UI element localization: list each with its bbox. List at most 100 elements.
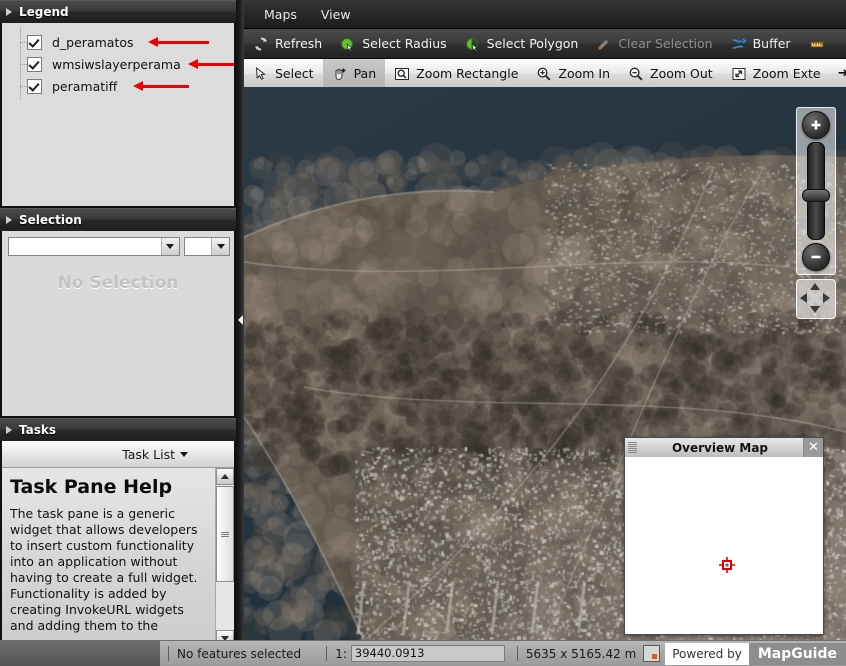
task-list-bar: Task List [2,441,234,468]
scrollbar-thumb[interactable] [216,486,234,582]
legend-layer-checkbox[interactable] [27,56,42,72]
zoom-extents-button[interactable]: Zoom Exte [722,59,830,88]
selection-panel-header[interactable]: Selection [0,208,236,231]
zoom-in-button[interactable]: Zoom In [527,59,619,88]
zoom-out-button[interactable]: Zoom Out [619,59,722,88]
zoom-rectangle-label: Zoom Rectangle [416,66,519,81]
zoom-rectangle-button[interactable]: Zoom Rectangle [385,59,527,88]
map-area-column: Maps View Refresh Select Radius Select P… [244,0,846,641]
minus-icon [811,255,821,259]
tasks-panel-header[interactable]: Tasks [0,418,236,441]
buffer-label: Buffer [752,36,791,51]
legend-layer-label: wmsiwslayerperama [52,56,181,72]
clear-selection-label: Clear Selection [618,36,713,51]
pan-hand-icon [335,68,346,80]
task-pane-scrollbar[interactable] [215,468,234,647]
select-radius-label: Select Radius [362,36,447,51]
chevron-down-icon[interactable] [211,238,229,255]
map-navigation-control [796,107,836,319]
overview-map-title: Overview Map [671,440,769,455]
primary-toolbar: Refresh Select Radius Select Polygon Cle… [244,29,846,59]
menu-bar: Maps View [244,0,846,29]
task-list-button[interactable]: Task List [122,447,188,462]
close-icon[interactable]: ✕ [803,438,823,457]
status-left-spacer [0,641,160,666]
buffer-button[interactable]: Buffer [722,29,800,58]
left-panel-column: Legend d_peramatos wmsiwslayerperama per… [0,0,236,647]
collapse-panel-button[interactable] [237,311,244,329]
chevron-left-icon [238,315,243,325]
overview-map-window[interactable]: Overview Map ✕ [624,437,824,635]
select-button[interactable]: Select [244,59,323,88]
mapguide-logo-icon [643,645,661,662]
zoom-out-label: Zoom Out [650,66,713,81]
select-polygon-label: Select Polygon [486,36,579,51]
task-list-label: Task List [122,446,175,462]
plus-icon [811,120,821,130]
clear-selection-button[interactable]: Clear Selection [587,29,721,58]
legend-panel-header[interactable]: Legend [0,0,236,23]
pan-button[interactable]: Pan [322,59,386,88]
select-radius-button[interactable]: Select Radius [331,29,455,58]
zoom-slider-thumb[interactable] [802,189,830,202]
expand-triangle-icon [6,7,12,16]
overview-map-titlebar[interactable]: Overview Map ✕ [625,438,823,458]
toolbar-overflow-arrow-icon[interactable]: ➜ [840,36,846,51]
selection-dropdown-row [2,231,234,256]
status-divider [516,646,518,661]
pan-direction-pad[interactable] [796,279,836,319]
select-polygon-button[interactable]: Select Polygon [456,29,588,58]
measure-button[interactable] [800,29,840,58]
refresh-button[interactable]: Refresh [244,29,331,58]
annotation-arrow-icon [148,37,209,47]
selection-panel-body: No Selection [0,231,236,416]
status-divider [326,646,328,661]
tasks-title: Tasks [19,423,57,437]
refresh-icon [255,36,267,51]
menu-view[interactable]: View [309,3,363,26]
clear-selection-icon [598,38,610,50]
menu-maps[interactable]: Maps [252,3,309,26]
zoom-slider-container[interactable] [796,107,836,275]
powered-by-label: Powered by [665,642,749,665]
selection-layer-dropdown[interactable] [8,237,180,256]
drag-grip-icon[interactable] [628,442,637,453]
legend-layer-row[interactable]: peramatiff [2,75,234,97]
no-selection-message: No Selection [57,273,179,293]
mapguide-viewer: Legend d_peramatos wmsiwslayerperama per… [0,0,846,666]
selection-feature-dropdown[interactable] [183,237,230,256]
annotation-arrow-icon [188,59,234,69]
select-polygon-icon [465,37,478,51]
scroll-up-arrow-icon[interactable] [216,468,234,485]
selection-layer-value [9,238,161,255]
legend-layer-checkbox[interactable] [27,78,42,94]
scale-input[interactable]: 39440.0913 [350,645,505,662]
refresh-label: Refresh [275,36,323,51]
toolbar-overflow-arrow-icon[interactable]: ➜ [830,66,846,81]
branding: Powered by MapGuide [643,641,846,666]
legend-layer-label: peramatiff [52,78,118,94]
legend-tree: d_peramatos wmsiwslayerperama peramatiff [0,23,236,206]
extent-crosshair-icon [719,557,735,573]
tasks-panel-body: Task List Task Pane Help The task pane i… [0,441,236,647]
legend-layer-label: d_peramatos [52,34,134,50]
chevron-down-icon[interactable] [160,238,179,255]
task-pane-heading: Task Pane Help [10,476,173,498]
zoom-rectangle-icon [395,67,410,80]
map-extent-text: 5635 x 5165.42 m [525,646,637,661]
measure-icon [810,41,824,47]
buffer-icon [732,37,746,49]
legend-layer-checkbox[interactable] [27,34,42,50]
scale-label: 1: [335,646,347,661]
zoom-slider-track[interactable] [802,142,830,240]
pan-arrows-icon [800,283,830,313]
zoom-extents-label: Zoom Exte [752,66,821,81]
expand-triangle-icon [6,425,12,434]
overview-map-body[interactable] [625,457,823,634]
zoom-extents-icon [732,67,746,80]
zoom-in-circle-button[interactable] [802,111,830,139]
tree-branch-line [20,86,27,87]
zoom-out-circle-button[interactable] [802,243,830,271]
status-divider [168,646,169,661]
legend-title: Legend [19,5,69,19]
